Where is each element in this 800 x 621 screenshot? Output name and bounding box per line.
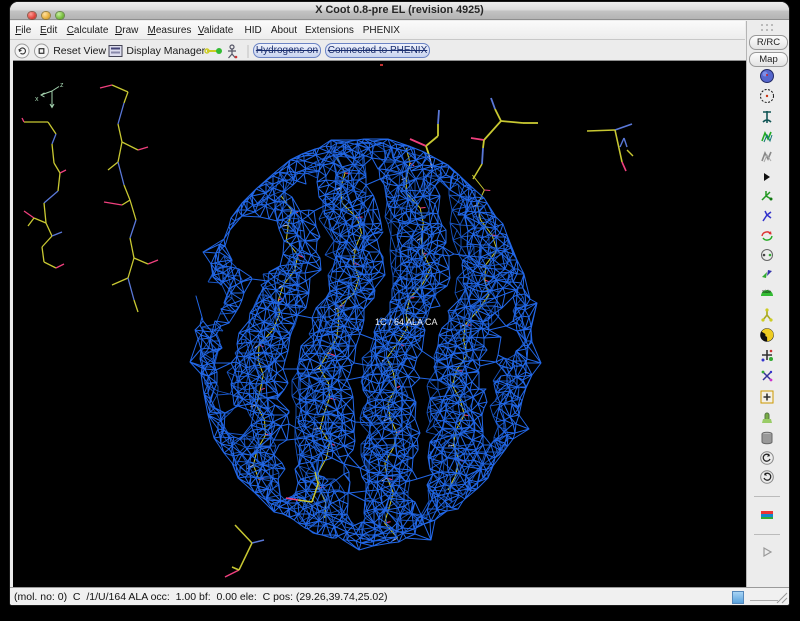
svg-text:x: x — [35, 96, 39, 103]
svg-text:Side: Side — [762, 289, 772, 294]
svg-text:z: z — [60, 82, 64, 89]
svg-text:1C / 64 ALA CA: 1C / 64 ALA CA — [375, 317, 438, 327]
